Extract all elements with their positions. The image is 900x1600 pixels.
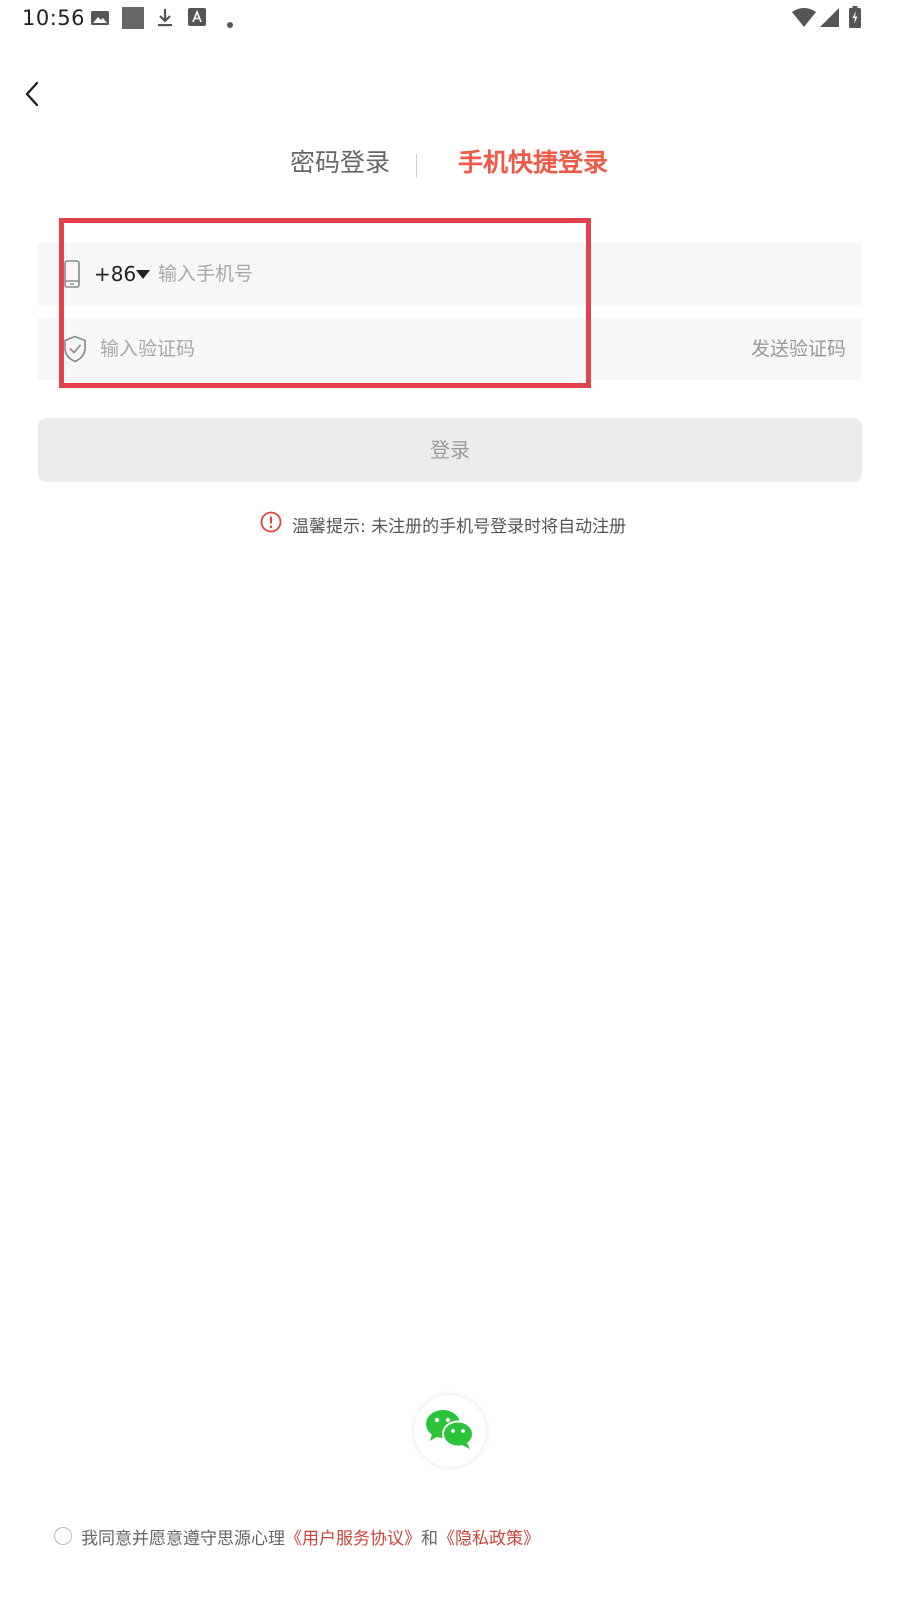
- caret-down-icon[interactable]: [136, 270, 150, 279]
- signal-icon: [820, 8, 840, 32]
- download-icon: [156, 8, 174, 32]
- user-agreement-link[interactable]: 《用户服务协议》: [285, 1524, 421, 1549]
- alert-circle-icon: [260, 511, 282, 537]
- privacy-policy-link[interactable]: 《隐私政策》: [438, 1524, 540, 1549]
- mobile-phone-icon: [64, 260, 80, 292]
- wechat-icon: [424, 1407, 476, 1455]
- shield-check-icon: [63, 335, 87, 367]
- code-row: 发送验证码: [38, 318, 862, 380]
- image-icon: [90, 8, 110, 32]
- agreement-conjunction: 和: [421, 1528, 438, 1549]
- phone-row: +86: [38, 243, 862, 305]
- wifi-icon: [792, 8, 816, 32]
- battery-icon: [849, 6, 861, 32]
- text-a-icon: [188, 8, 206, 30]
- tab-divider: [416, 154, 417, 178]
- agreement-checkbox[interactable]: [54, 1527, 72, 1545]
- login-button[interactable]: 登录: [38, 418, 862, 482]
- tab-password-login[interactable]: 密码登录: [290, 145, 390, 181]
- back-button[interactable]: [14, 76, 50, 116]
- wechat-login-button[interactable]: [414, 1395, 486, 1467]
- registration-tip: 温馨提示: 未注册的手机号登录时将自动注册: [260, 510, 626, 538]
- tip-text: 温馨提示: 未注册的手机号登录时将自动注册: [292, 516, 627, 537]
- dot-icon: [226, 14, 234, 33]
- send-code-button[interactable]: 发送验证码: [751, 332, 846, 366]
- square-icon: [122, 7, 144, 33]
- login-screen: 10:56 密码登录 手机快捷登录 +86 输入手机号 输入验证码 发送验证码 …: [0, 0, 900, 1600]
- agreement-row: 我同意并愿意遵守思源心理 《用户服务协议》 和 《隐私政策》: [54, 1521, 540, 1551]
- verification-code-input[interactable]: [100, 331, 660, 367]
- tab-phone-quick-login[interactable]: 手机快捷登录: [458, 145, 608, 181]
- status-time: 10:56: [22, 6, 86, 30]
- phone-input[interactable]: [158, 256, 718, 292]
- agreement-prefix: 我同意并愿意遵守思源心理: [81, 1528, 285, 1549]
- country-code-selector[interactable]: +86: [94, 257, 136, 291]
- chevron-left-icon: [24, 81, 40, 111]
- status-bar: 10:56: [0, 0, 900, 40]
